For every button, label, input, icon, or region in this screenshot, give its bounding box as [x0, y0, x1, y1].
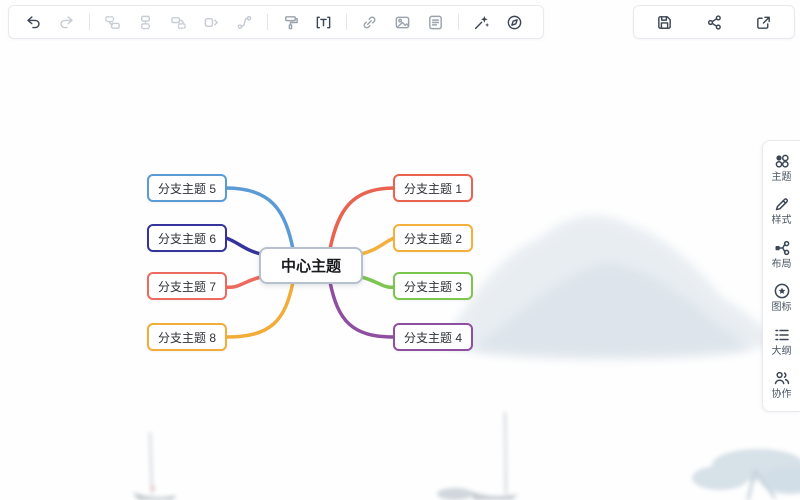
hyperlink-button[interactable]: [356, 9, 383, 35]
undo-button[interactable]: [20, 9, 47, 35]
redo-button[interactable]: [53, 9, 80, 35]
redo-icon: [60, 15, 73, 28]
expand-node-button[interactable]: [198, 9, 225, 35]
save-icon: [658, 15, 671, 29]
style-icon: [775, 198, 788, 211]
sidebar-label-icon: 图标: [771, 302, 792, 314]
text-tool-button[interactable]: [310, 9, 337, 35]
format-painter-button[interactable]: [277, 9, 304, 35]
branch-node-4[interactable]: 分支主题 4: [393, 323, 473, 351]
theme-icon: [775, 154, 789, 168]
right-side-panel: 主题 样式 布局 图标 大纲 协作: [762, 140, 800, 412]
share-button[interactable]: [701, 9, 728, 35]
mountain-art: [440, 215, 772, 359]
insert-note-button[interactable]: [422, 9, 449, 35]
sidebar-item-outline[interactable]: 大纲: [763, 324, 800, 359]
sidebar-item-theme[interactable]: 主题: [763, 150, 800, 185]
theme-switch-icon: [507, 15, 522, 29]
toolbar-separator: [346, 14, 347, 30]
branch-node-6[interactable]: 分支主题 6: [147, 224, 227, 252]
undo-icon: [27, 15, 40, 28]
insert-parent-node-icon: [171, 16, 186, 29]
connector-branch-3: [359, 275, 396, 290]
connector-branch-7: [224, 275, 263, 290]
insert-image-icon: [395, 16, 410, 28]
connector-branch-1: [328, 186, 396, 251]
mindmap-app: 中心主题 分支主题 1 分支主题 2 分支主题 3 分支主题 4 分支主题 5 …: [0, 0, 800, 500]
connector-branch-5: [224, 186, 295, 251]
layout-icon: [775, 240, 789, 255]
main-toolbar: [8, 5, 544, 39]
sidebar-item-style[interactable]: 样式: [763, 193, 800, 228]
insert-child-node-icon: [141, 15, 150, 29]
toolbar-separator: [89, 14, 90, 30]
relation-line-button[interactable]: [231, 9, 258, 35]
insert-sibling-node-icon: [105, 15, 120, 29]
central-topic-node[interactable]: 中心主题: [259, 247, 363, 284]
sidebar-label-layout: 布局: [771, 258, 792, 270]
format-painter-icon: [285, 15, 298, 29]
branch-node-7[interactable]: 分支主题 7: [147, 272, 227, 300]
branch-node-8[interactable]: 分支主题 8: [147, 323, 227, 351]
connector-branch-8: [224, 280, 295, 339]
collaboration-icon: [774, 372, 789, 385]
insert-parent-node-button[interactable]: [165, 9, 192, 35]
theme-switch-button[interactable]: [501, 9, 528, 35]
export-button[interactable]: [750, 9, 777, 35]
ai-magic-button[interactable]: [468, 9, 495, 35]
insert-note-icon: [429, 15, 442, 29]
outline-icon: [774, 329, 789, 341]
sidebar-label-collaboration: 协作: [771, 389, 792, 401]
tree-art: [692, 449, 800, 500]
expand-node-icon: [204, 17, 218, 27]
sidebar-label-outline: 大纲: [771, 345, 792, 357]
toolbar-separator: [267, 14, 268, 30]
branch-node-2[interactable]: 分支主题 2: [393, 224, 473, 252]
icon-library-icon: [774, 283, 789, 299]
sidebar-label-theme: 主题: [771, 171, 792, 183]
sidebar-label-style: 样式: [771, 215, 792, 227]
file-toolbar: [633, 5, 795, 39]
text-tool-icon: [316, 16, 331, 28]
save-button[interactable]: [651, 9, 678, 35]
connector-branch-4: [328, 280, 396, 339]
toolbar-separator: [458, 14, 459, 30]
branch-node-3[interactable]: 分支主题 3: [393, 272, 473, 300]
insert-child-node-button[interactable]: [132, 9, 159, 35]
export-icon: [757, 16, 770, 29]
branch-node-5[interactable]: 分支主题 5: [147, 174, 227, 202]
sidebar-item-icon-library[interactable]: 图标: [763, 280, 800, 315]
boat-art: [133, 411, 518, 500]
ai-magic-icon: [474, 15, 490, 29]
relation-line-icon: [237, 15, 252, 29]
insert-sibling-node-button[interactable]: [99, 9, 126, 35]
branch-node-1[interactable]: 分支主题 1: [393, 174, 473, 202]
sidebar-item-collaboration[interactable]: 协作: [763, 367, 800, 402]
connector-branch-6: [224, 236, 263, 256]
connector-branch-2: [359, 236, 396, 256]
hyperlink-icon: [363, 16, 376, 28]
sidebar-item-layout[interactable]: 布局: [763, 237, 800, 272]
insert-image-button[interactable]: [389, 9, 416, 35]
share-icon: [707, 14, 721, 30]
